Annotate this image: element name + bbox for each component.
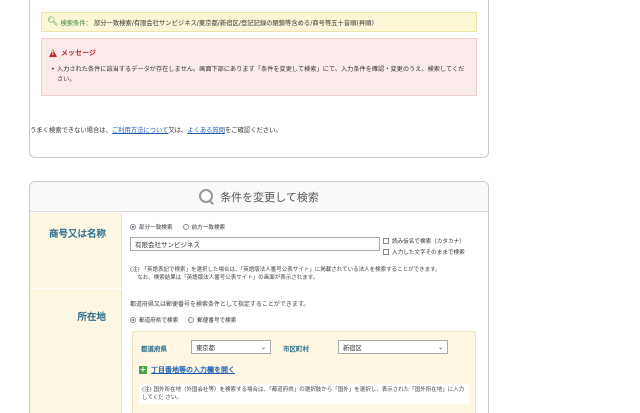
radio-dot[interactable] bbox=[182, 224, 189, 230]
name-label: 商号又は名称 bbox=[48, 229, 106, 240]
prefecture-label: 都道府県 bbox=[141, 345, 167, 353]
radio-by-prefecture[interactable]: 都道府県で検索 bbox=[130, 316, 178, 324]
radio-prefix-match[interactable]: 前方一致検索 bbox=[182, 223, 225, 231]
magnifier-icon bbox=[199, 189, 214, 204]
city-select[interactable]: 新宿区 ⌄ bbox=[338, 340, 448, 354]
location-label: 所在地 bbox=[77, 312, 106, 323]
chevron-down-icon: ⌄ bbox=[437, 343, 443, 351]
modify-search-header: 条件を変更して検索 bbox=[30, 182, 488, 212]
check-exact[interactable]: 入力した文字そのままで検索 bbox=[383, 248, 465, 256]
location-fields: 都道府県又は郵便番号を検索条件として指定することができます。 都道府県で検索 郵… bbox=[121, 289, 488, 413]
city-label: 市区町村 bbox=[283, 345, 309, 353]
message-box: メッセージ • 入力された条件に該当するデータが存在しません。画面下部にあります… bbox=[41, 38, 477, 96]
search-icon: 🔍︎ bbox=[47, 17, 59, 27]
location-row: 所在地 都道府県又は郵便番号を検索条件として指定することができます。 都道府県で… bbox=[30, 289, 488, 413]
radio-by-zip[interactable]: 郵便番号で検索 bbox=[188, 316, 236, 324]
conditions-value: 部分一致検索/有限会社サンビジネス/東京都/新宿区/登記記録の閉鎖等含める/商号… bbox=[93, 19, 374, 27]
faq-link[interactable]: よくある質問 bbox=[187, 127, 225, 134]
location-note: (注) 国外所在地（外国会社等）を検索する場合は、「都道府県」の選択肢から「国外… bbox=[139, 384, 469, 404]
usage-guide-link[interactable]: ご利用方法について bbox=[112, 127, 168, 134]
check-kana[interactable]: 読み仮名で検索（カタカナ） bbox=[383, 237, 465, 245]
result-panel: 🔍︎ 検索条件： 部分一致検索/有限会社サンビジネス/東京都/新宿区/登記記録の… bbox=[29, 0, 489, 158]
modify-search-panel: 条件を変更して検索 商号又は名称 部分一致検索 前方一致検索 読み仮名で検索（カ… bbox=[29, 181, 489, 413]
company-name-input[interactable] bbox=[130, 237, 380, 251]
conditions-label: 検索条件： bbox=[60, 19, 92, 27]
bullet: • bbox=[51, 66, 55, 73]
radio-dot[interactable] bbox=[130, 317, 136, 323]
prefecture-select[interactable]: 東京都 ⌄ bbox=[191, 340, 271, 354]
location-radios: 都道府県で検索 郵便番号で検索 bbox=[130, 316, 246, 324]
radio-dot[interactable] bbox=[188, 317, 195, 323]
search-conditions-bar: 🔍︎ 検索条件： 部分一致検索/有限会社サンビジネス/東京都/新宿区/登記記録の… bbox=[41, 12, 477, 32]
message-title: メッセージ bbox=[49, 48, 96, 58]
name-note: (注) 「英語表記で検索」を選択した場合は、「英語版法人番号公表サイト」に掲載さ… bbox=[130, 267, 441, 281]
radio-partial-match[interactable]: 部分一致検索 bbox=[130, 223, 173, 231]
name-options: 読み仮名で検索（カタカナ） 入力した文字そのままで検索 bbox=[383, 237, 465, 256]
chevron-down-icon: ⌄ bbox=[260, 343, 266, 351]
radio-dot[interactable] bbox=[130, 224, 136, 230]
warning-icon bbox=[49, 49, 57, 57]
location-desc: 都道府県又は郵便番号を検索条件として指定することができます。 bbox=[130, 301, 310, 308]
name-fields: 部分一致検索 前方一致検索 読み仮名で検索（カタカナ） 入力した文字そのままで検… bbox=[121, 213, 488, 288]
expand-address-link[interactable]: 丁目番地等の入力欄を開く bbox=[151, 365, 235, 375]
expand-address-toggle[interactable]: + 丁目番地等の入力欄を開く bbox=[139, 365, 235, 375]
name-row: 商号又は名称 部分一致検索 前方一致検索 読み仮名で検索（カタカナ） 入力した文… bbox=[30, 213, 488, 288]
address-box: 都道府県 東京都 ⌄ 市区町村 新宿区 ⌄ + 丁目番地等の入力欄を開く (注) 国… bbox=[132, 331, 476, 413]
message-body: • 入力された条件に該当するデータが存在しません。画面下部にあります「条件を変更… bbox=[51, 66, 465, 83]
modify-search-title: 条件を変更して検索 bbox=[220, 190, 319, 204]
checkbox[interactable] bbox=[383, 238, 389, 244]
checkbox[interactable] bbox=[383, 249, 389, 255]
name-match-radios: 部分一致検索 前方一致検索 bbox=[130, 223, 235, 231]
plus-icon: + bbox=[139, 365, 147, 374]
help-text: うまく検索できない場合は、ご利用方法について又は、よくある質問をご確認ください。 bbox=[30, 127, 282, 134]
